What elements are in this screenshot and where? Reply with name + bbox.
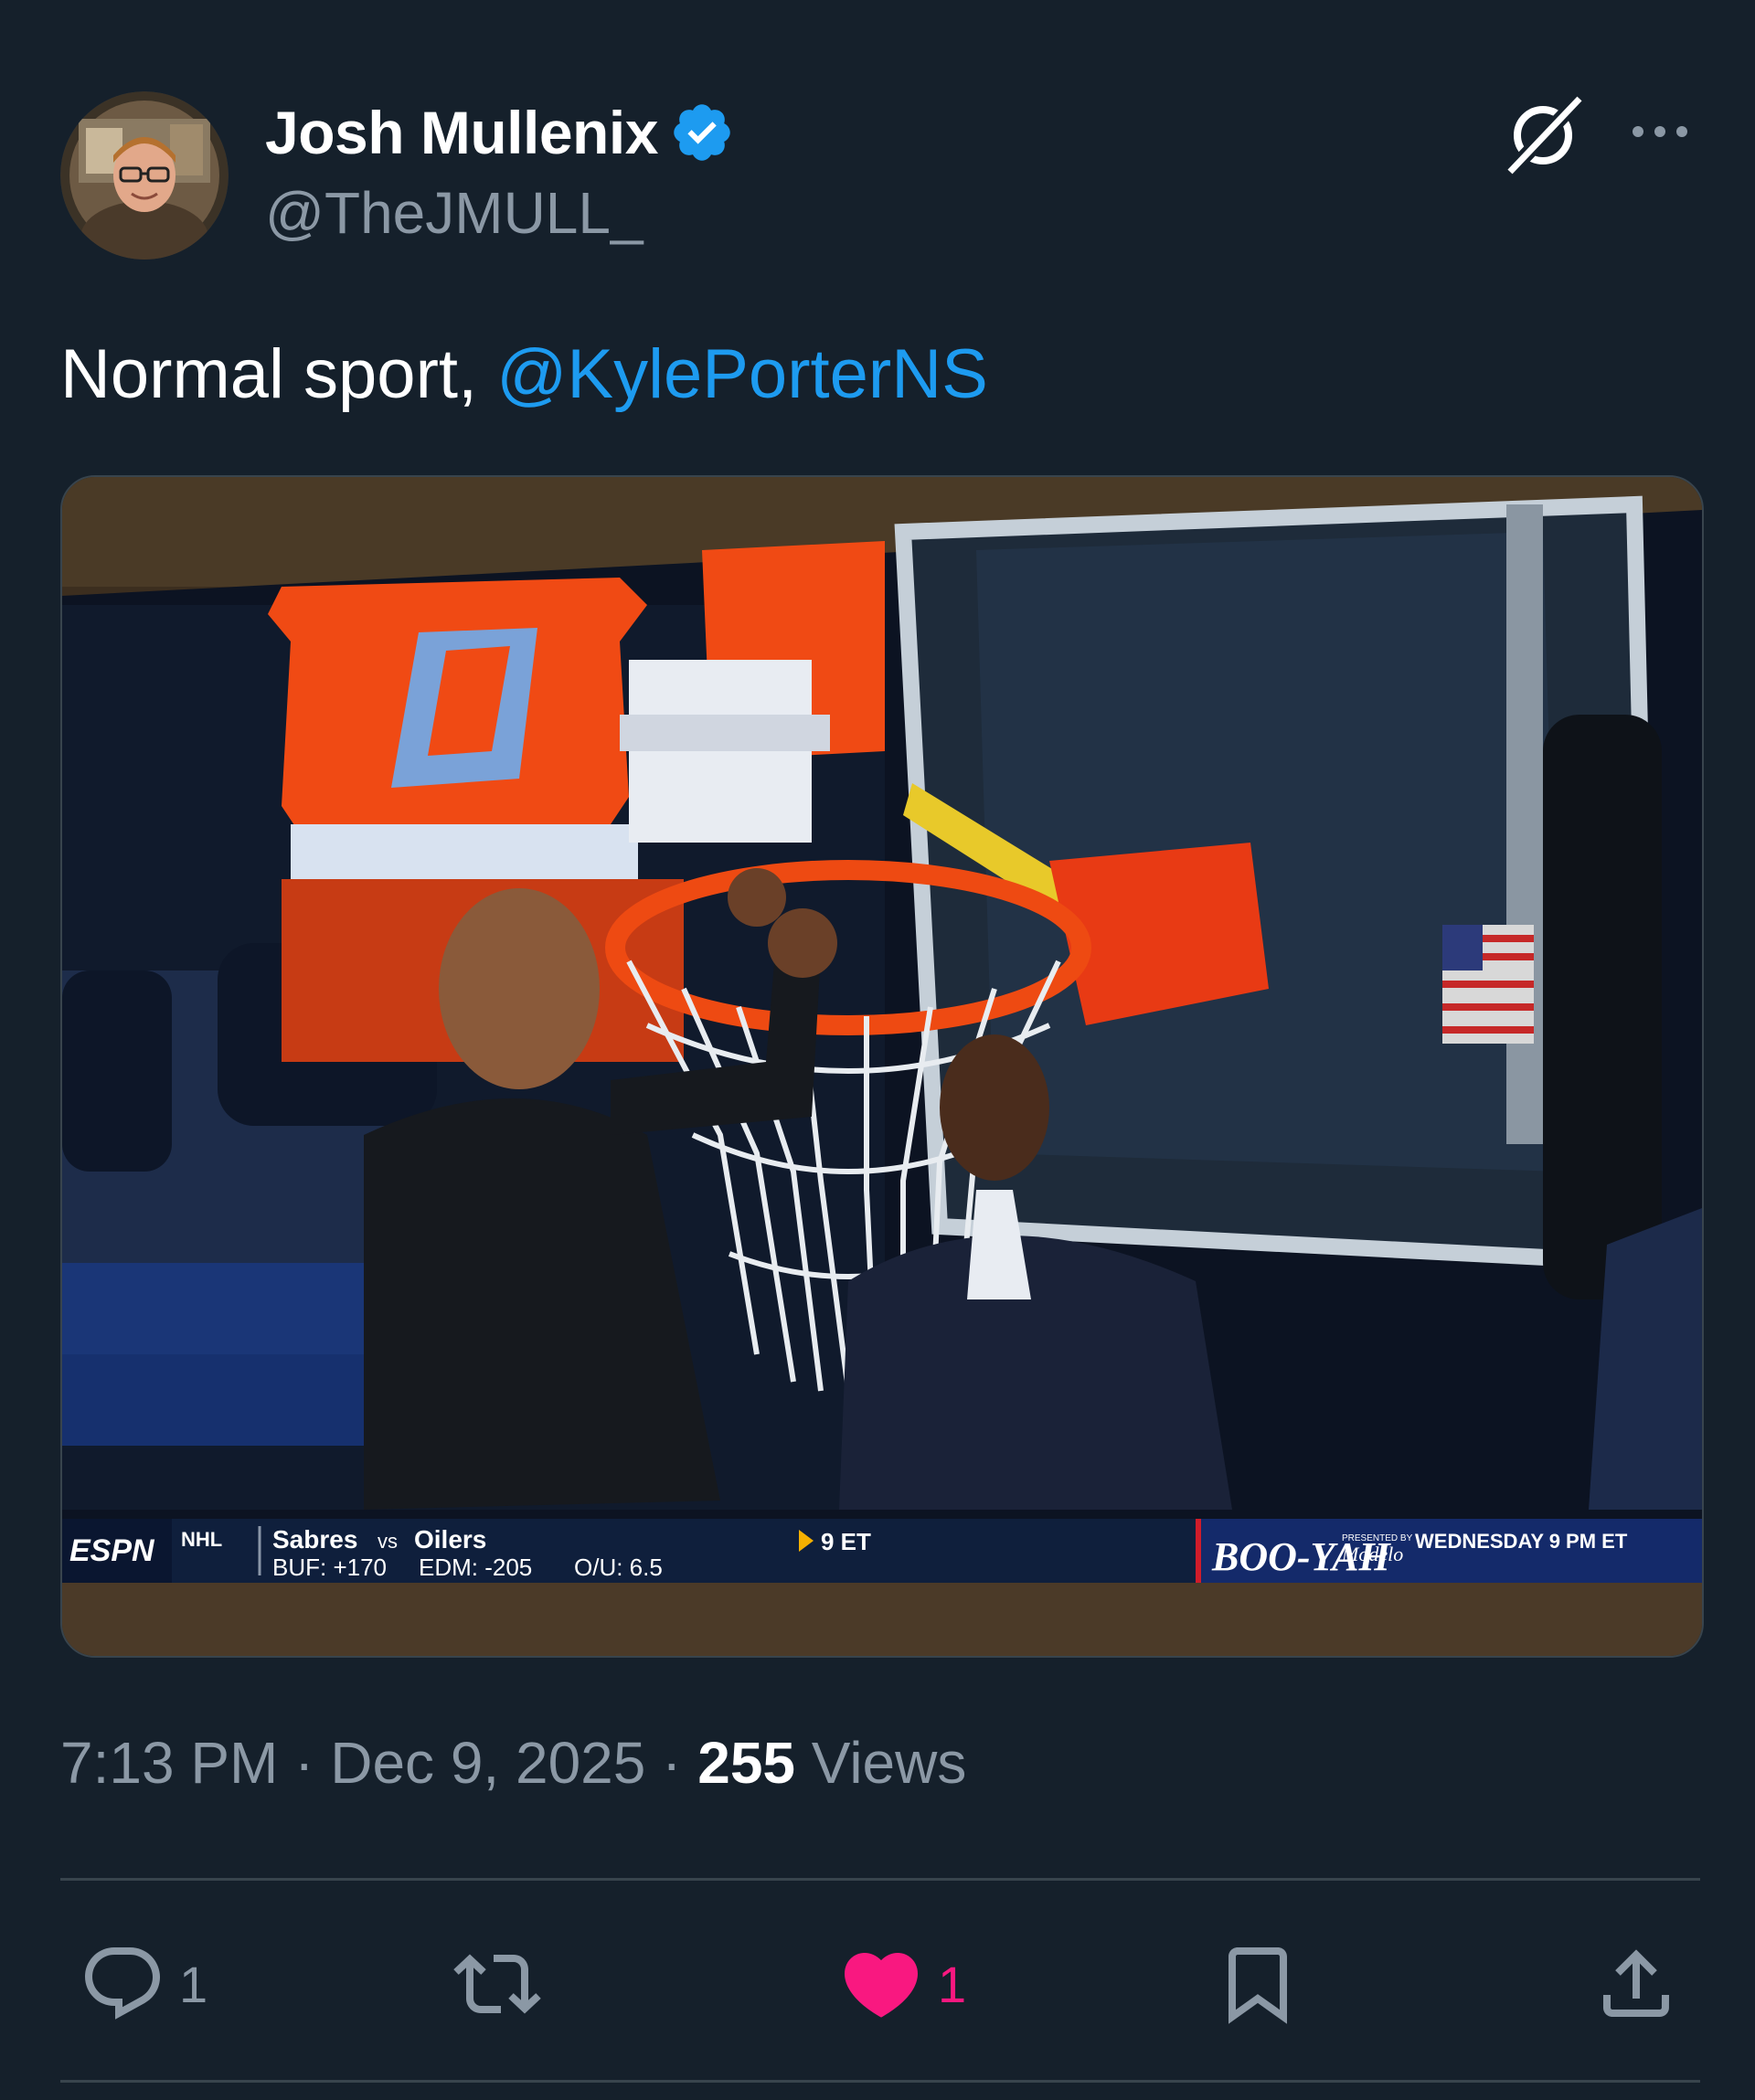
like-button[interactable]: 1 xyxy=(837,1934,966,2034)
tweet-meta: 7:13 PM · Dec 9, 2025 · 255 Views xyxy=(60,1729,966,1797)
avatar[interactable] xyxy=(60,91,229,260)
tweet-detail-page: Josh Mullenix @TheJMULL_ Normal sport, @… xyxy=(0,0,1755,2100)
promo-time: WEDNESDAY 9 PM ET xyxy=(1415,1530,1628,1553)
game-time: 9 ET xyxy=(821,1528,871,1555)
man-head xyxy=(439,888,600,1089)
views-label: Views xyxy=(795,1730,967,1796)
bookmark-button[interactable] xyxy=(1214,1934,1302,2034)
verified-badge-icon[interactable] xyxy=(669,100,735,165)
divider-top xyxy=(60,1878,1700,1881)
handle[interactable]: @TheJMULL_ xyxy=(265,179,735,247)
author-block[interactable]: Josh Mullenix @TheJMULL_ xyxy=(265,97,735,247)
tweet-text: Normal sport, @KylePorterNS xyxy=(60,331,988,419)
line-ou: O/U: 6.5 xyxy=(574,1554,663,1581)
meta-separator-2: · xyxy=(645,1730,698,1796)
more-icon[interactable] xyxy=(1627,110,1693,154)
share-button[interactable] xyxy=(1592,1934,1680,2034)
line-buf: BUF: +170 xyxy=(272,1554,387,1581)
action-bar: 1 1 xyxy=(0,1934,1755,2034)
reply-icon xyxy=(85,1947,161,2020)
bookmark-icon xyxy=(1228,1947,1287,2024)
tweet-date[interactable]: Dec 9, 2025 xyxy=(330,1730,645,1796)
espn-logo: ESPN xyxy=(69,1533,155,1568)
tweet-photo[interactable]: ESPN NHL Sabres vs Oilers BUF: +170 EDM:… xyxy=(60,475,1704,1658)
avatar-image xyxy=(60,91,229,260)
matchup-home: Sabres xyxy=(272,1525,357,1554)
line-edm: EDM: -205 xyxy=(419,1554,532,1581)
reply-count: 1 xyxy=(179,1955,208,2013)
league-label: NHL xyxy=(181,1528,222,1551)
reply-button[interactable]: 1 xyxy=(79,1934,207,2034)
matchup-vs: vs xyxy=(378,1530,398,1553)
tweet-time[interactable]: 7:13 PM xyxy=(60,1730,278,1796)
share-icon xyxy=(1603,1949,1669,2017)
views-count: 255 xyxy=(697,1730,795,1796)
meta-separator: · xyxy=(278,1730,331,1796)
mention-link[interactable]: @KylePorterNS xyxy=(496,335,988,413)
tweet-text-prefix: Normal sport, xyxy=(60,335,497,413)
heart-icon xyxy=(844,1953,919,2018)
grok-icon[interactable] xyxy=(1499,91,1587,179)
like-count: 1 xyxy=(938,1955,967,2013)
broadcast-photo: ESPN NHL Sabres vs Oilers BUF: +170 EDM:… xyxy=(62,477,1702,1656)
retweet-button[interactable] xyxy=(453,1934,554,2034)
promo-sponsor: Modelo xyxy=(1341,1543,1403,1565)
name-row: Josh Mullenix xyxy=(265,97,735,168)
retweet-icon xyxy=(453,1954,541,2014)
display-name[interactable]: Josh Mullenix xyxy=(265,98,658,167)
divider-bottom xyxy=(60,2080,1700,2083)
matchup-away: Oilers xyxy=(414,1525,486,1554)
